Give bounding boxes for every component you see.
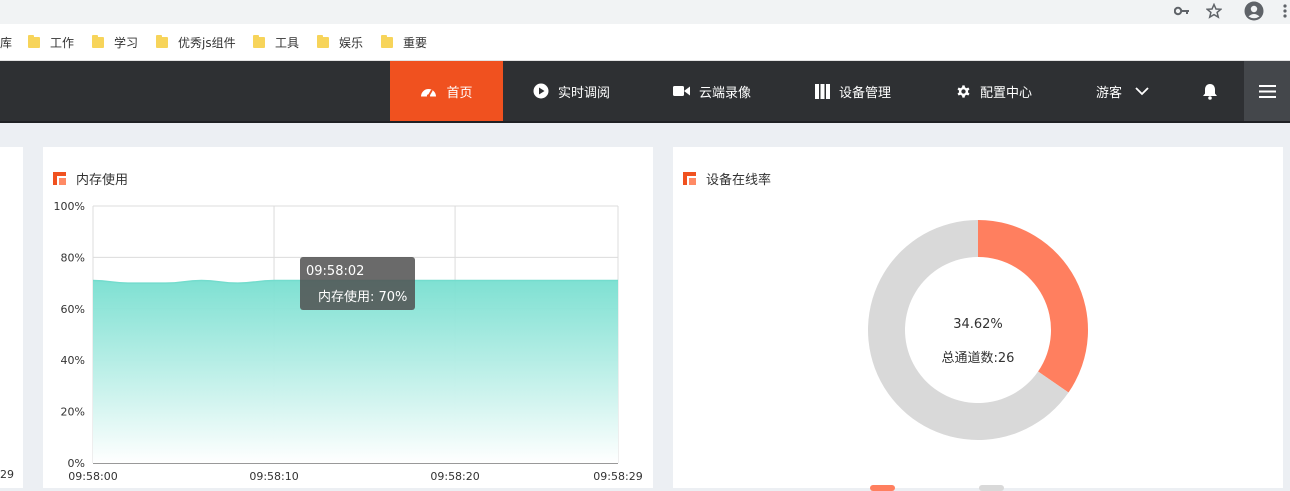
- bookmark-label: 娱乐: [339, 35, 364, 50]
- nav-device-management[interactable]: 设备管理: [815, 61, 891, 121]
- legend-swatch[interactable]: [870, 485, 895, 491]
- menu-toggle-button[interactable]: [1244, 61, 1290, 121]
- nav-divider: [0, 121, 1290, 123]
- chart-tooltip: 09:58:02 内存使用: 70%: [300, 257, 415, 310]
- top-navigation: 首页 实时调阅 云端录像 设备管理 配置中心 游客: [0, 61, 1290, 121]
- y-tick-label: 20%: [61, 406, 85, 419]
- x-tick-label: 09:58:20: [430, 470, 479, 483]
- donut-center-total: 总通道数:26: [941, 351, 1015, 366]
- device-online-rate-panel: 设备在线率 34.62% 总通道数:26: [673, 147, 1283, 491]
- nav-device-management-label: 设备管理: [839, 85, 892, 101]
- bookmark-label: 库: [0, 35, 13, 50]
- bookmark-item[interactable]: 重要: [381, 33, 427, 51]
- nav-config-center[interactable]: 配置中心: [956, 61, 1032, 121]
- key-icon[interactable]: [1173, 1, 1191, 21]
- device-icon: [815, 83, 830, 99]
- folder-icon: [92, 34, 104, 48]
- folder-icon: [381, 34, 393, 48]
- gear-icon: [956, 84, 971, 99]
- nav-home-label: 首页: [446, 85, 473, 101]
- bookmark-item[interactable]: 优秀js组件: [156, 33, 236, 51]
- bookmark-item[interactable]: 工作: [28, 33, 74, 51]
- user-menu[interactable]: 游客: [1096, 61, 1149, 121]
- memory-usage-chart[interactable]: 0% 20% 40% 60% 80% 100% 09:58:00 09:58:10 09:58:…: [43, 147, 653, 488]
- notification-button[interactable]: [1202, 61, 1218, 121]
- bookmark-item[interactable]: 库: [0, 33, 12, 51]
- y-tick-label: 40%: [61, 354, 85, 367]
- nav-cloud-recording-label: 云端录像: [699, 85, 752, 101]
- hamburger-icon: [1258, 84, 1276, 98]
- y-tick-label: 60%: [61, 303, 85, 316]
- tooltip-value: 内存使用: 70%: [318, 290, 408, 305]
- more-vert-icon[interactable]: [1280, 1, 1290, 21]
- bookmark-label: 优秀js组件: [178, 35, 236, 50]
- folder-icon: [317, 34, 329, 48]
- bell-icon: [1202, 83, 1218, 100]
- x-tick-label: 09:58:00: [68, 470, 117, 483]
- nav-home[interactable]: 首页: [390, 61, 503, 121]
- x-tick-label: 09:58:29: [593, 470, 642, 483]
- x-tick-label: 29: [0, 468, 14, 481]
- bookmark-label: 学习: [114, 35, 139, 50]
- folder-icon: [156, 34, 168, 48]
- bookmark-item[interactable]: 工具: [253, 33, 299, 51]
- left-panel: 29: [0, 147, 23, 488]
- bookmarks-bar: 库 工作 学习 优秀js组件 工具 娱乐 重要: [0, 24, 1290, 61]
- browser-toolbar: [0, 0, 1290, 24]
- legend-swatch[interactable]: [979, 485, 1004, 491]
- bookmark-label: 重要: [403, 35, 428, 50]
- nav-config-center-label: 配置中心: [980, 85, 1033, 101]
- nav-cloud-recording[interactable]: 云端录像: [673, 61, 751, 121]
- play-circle-icon: [533, 83, 549, 99]
- account-icon[interactable]: [1243, 1, 1265, 21]
- donut-slice-online[interactable]: [978, 220, 1088, 393]
- bookmark-item[interactable]: 学习: [92, 33, 138, 51]
- y-tick-label: 100%: [54, 200, 85, 213]
- bookmark-label: 工作: [50, 35, 75, 50]
- bookmark-label: 工具: [275, 35, 300, 50]
- star-icon[interactable]: [1205, 1, 1223, 21]
- user-name: 游客: [1096, 85, 1123, 101]
- bookmark-item[interactable]: 娱乐: [317, 33, 363, 51]
- y-tick-label: 0%: [68, 457, 85, 470]
- folder-icon: [28, 34, 40, 48]
- x-tick-label: 09:58:10: [249, 470, 298, 483]
- dashboard-icon: [420, 85, 437, 98]
- y-tick-label: 80%: [61, 251, 85, 264]
- video-camera-icon: [673, 85, 690, 97]
- chevron-down-icon: [1135, 86, 1149, 96]
- nav-live-view-label: 实时调阅: [558, 85, 611, 101]
- nav-live-view[interactable]: 实时调阅: [533, 61, 610, 121]
- tooltip-time: 09:58:02: [306, 264, 365, 279]
- donut-center-percent: 34.62%: [953, 317, 1003, 332]
- folder-icon: [253, 34, 265, 48]
- memory-usage-panel: 内存使用 0% 20% 40% 60% 80% 100% 09:58:00 09:58:10 0…: [43, 147, 653, 488]
